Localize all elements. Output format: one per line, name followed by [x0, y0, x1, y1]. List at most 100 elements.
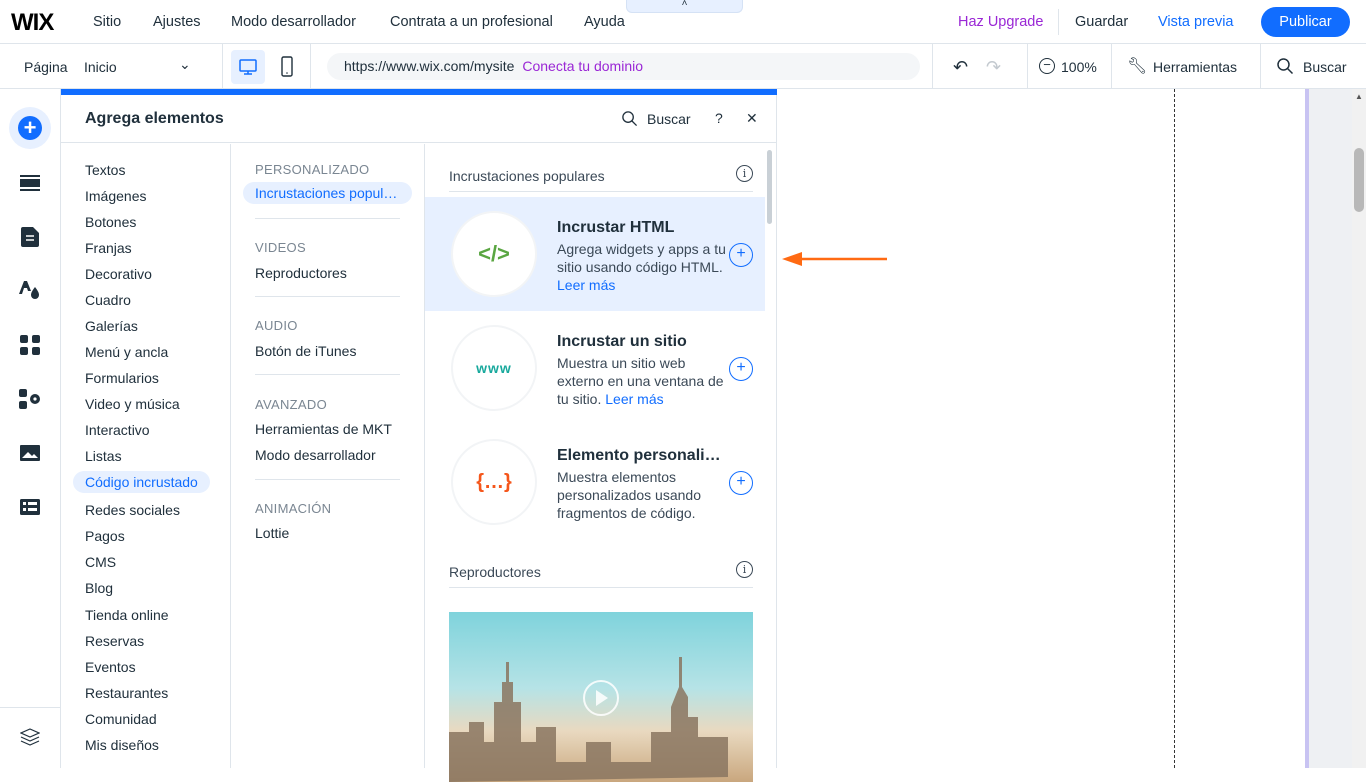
wix-logo[interactable]: WIX	[11, 9, 54, 37]
category-item[interactable]: Formularios	[85, 370, 159, 386]
page-select[interactable]: Inicio	[84, 59, 117, 75]
pages-icon[interactable]	[18, 225, 42, 249]
category-item[interactable]: Código incrustado	[73, 471, 210, 493]
category-item[interactable]: Pagos	[85, 528, 125, 544]
code-icon: </>	[451, 211, 537, 297]
menu-dev-mode[interactable]: Modo desarrollador	[231, 14, 356, 30]
subcategory-heading: ANIMACIÓN	[255, 501, 332, 516]
search-icon[interactable]	[621, 110, 638, 130]
layers-icon[interactable]	[18, 725, 42, 749]
left-sidebar: +	[0, 89, 61, 768]
read-more-link[interactable]: Leer más	[557, 277, 615, 293]
category-item[interactable]: Blog	[85, 580, 113, 596]
element-card-custom[interactable]: {…} Elemento personalizado Muestra eleme…	[425, 425, 765, 539]
apps-icon[interactable]	[18, 333, 42, 357]
canvas-margin	[1309, 89, 1352, 768]
panel-search-button[interactable]: Buscar	[647, 111, 691, 127]
redo-icon[interactable]: ↷	[986, 57, 1001, 78]
close-icon[interactable]: ✕	[746, 110, 758, 127]
divider	[310, 44, 311, 89]
category-item[interactable]: Video y música	[85, 396, 180, 412]
sections-icon[interactable]	[18, 171, 42, 195]
category-item[interactable]: Mis diseños	[85, 737, 159, 753]
category-item[interactable]: Eventos	[85, 659, 136, 675]
chevron-down-icon[interactable]: ⌄	[179, 56, 191, 73]
category-item[interactable]: Interactivo	[85, 422, 150, 438]
subcategory-dev-mode[interactable]: Modo desarrollador	[255, 447, 400, 463]
category-item[interactable]: Reservas	[85, 633, 144, 649]
menu-help[interactable]: Ayuda	[584, 14, 625, 30]
publish-button[interactable]: Publicar	[1261, 7, 1350, 37]
add-elements-panel: Agrega elementos Buscar ? ✕ Textos Imágen…	[61, 89, 777, 782]
site-url: https://www.wix.com/mysite	[344, 58, 515, 74]
subcategory-heading: VIDEOS	[255, 240, 306, 255]
category-item[interactable]: Restaurantes	[85, 685, 168, 701]
zoom-level[interactable]: 100%	[1061, 59, 1097, 75]
undo-icon[interactable]: ↶	[953, 57, 968, 78]
wrench-icon[interactable]: 🔧︎	[1127, 56, 1147, 76]
site-url-bar[interactable]: https://www.wix.com/mysite Conecta tu dom…	[327, 53, 920, 80]
help-icon[interactable]: ?	[715, 110, 723, 126]
save-button[interactable]: Guardar	[1075, 14, 1128, 30]
divider	[255, 296, 400, 297]
category-item[interactable]: Cuadro	[85, 292, 131, 308]
subcategory-mkt-tools[interactable]: Herramientas de MKT	[255, 421, 392, 437]
read-more-link[interactable]: Leer más	[605, 391, 663, 407]
menu-ajustes[interactable]: Ajustes	[153, 14, 201, 30]
category-item[interactable]: Botones	[85, 214, 136, 230]
divider	[222, 44, 223, 89]
canvas-scrollbar[interactable]: ▲	[1352, 89, 1366, 768]
add-icon[interactable]: +	[729, 357, 753, 381]
divider	[1260, 44, 1261, 89]
page-label: Página	[24, 59, 68, 75]
upgrade-link[interactable]: Haz Upgrade	[958, 14, 1043, 30]
info-icon[interactable]: i	[736, 561, 753, 578]
cms-icon[interactable]	[18, 495, 42, 519]
zoom-out-icon[interactable]: −	[1039, 58, 1055, 74]
sub-toolbar: Página Inicio ⌄ https://www.wix.com/mysi…	[0, 44, 1366, 89]
subcategory-list: PERSONALIZADO Incrustaciones populares V…	[231, 144, 425, 768]
search-button[interactable]: Buscar	[1303, 59, 1347, 75]
category-item[interactable]: Listas	[85, 448, 122, 464]
category-item[interactable]: Redes sociales	[85, 502, 180, 518]
info-icon[interactable]: i	[736, 165, 753, 182]
add-elements-icon[interactable]: +	[9, 107, 51, 149]
category-item[interactable]: Textos	[85, 162, 125, 178]
design-icon[interactable]	[18, 278, 42, 302]
category-item[interactable]: CMS	[85, 554, 116, 570]
collapse-toggle[interactable]: ˄	[626, 0, 743, 13]
category-item[interactable]: Menú y ancla	[85, 344, 168, 360]
gridline-dashed	[1174, 89, 1175, 768]
element-card-html[interactable]: </> Incrustar HTML Agrega widgets y apps…	[425, 197, 765, 311]
menu-sitio[interactable]: Sitio	[93, 14, 121, 30]
category-item[interactable]: Franjas	[85, 240, 132, 256]
subcategory-lottie[interactable]: Lottie	[255, 525, 289, 541]
category-item[interactable]: Galerías	[85, 318, 138, 334]
search-icon[interactable]	[1276, 57, 1294, 78]
subcategory-heading: AVANZADO	[255, 397, 327, 412]
preview-button[interactable]: Vista previa	[1158, 14, 1234, 30]
add-icon[interactable]: +	[729, 243, 753, 267]
category-item[interactable]: Imágenes	[85, 188, 146, 204]
divider	[0, 707, 60, 708]
tools-button[interactable]: Herramientas	[1153, 59, 1237, 75]
menu-hire[interactable]: Contrata a un profesional	[390, 14, 553, 30]
subcategory-popular-embeds[interactable]: Incrustaciones populares	[243, 182, 412, 204]
divider	[255, 479, 400, 480]
element-card-site[interactable]: www Incrustar un sitio Muestra un sitio …	[425, 311, 765, 425]
category-item[interactable]: Tienda online	[85, 607, 169, 623]
connect-domain-link[interactable]: Conecta tu dominio	[522, 58, 643, 74]
subcategory-itunes[interactable]: Botón de iTunes	[255, 343, 356, 359]
panel-scrollbar[interactable]	[767, 150, 772, 224]
video-player-thumbnail[interactable]	[449, 612, 753, 782]
business-apps-icon[interactable]	[18, 387, 42, 411]
category-item[interactable]: Comunidad	[85, 711, 157, 727]
desktop-icon[interactable]	[231, 50, 265, 84]
divider	[932, 44, 933, 89]
media-icon[interactable]	[18, 441, 42, 465]
add-icon[interactable]: +	[729, 471, 753, 495]
mobile-icon[interactable]	[278, 56, 296, 81]
category-item[interactable]: Decorativo	[85, 266, 152, 282]
subcategory-players[interactable]: Reproductores	[255, 265, 347, 281]
editor-canvas[interactable]	[778, 89, 1306, 768]
